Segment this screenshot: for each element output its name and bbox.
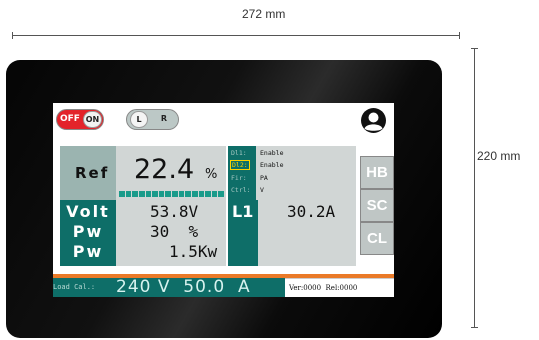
l1-value: 30.2A (287, 202, 336, 221)
sc-button[interactable]: SC (360, 189, 394, 222)
ref-label: Ref (75, 164, 110, 182)
power-percent-label: Pw (72, 222, 104, 241)
dimension-tick (471, 48, 478, 49)
readings-label-panel: Volt Pw Pw (60, 200, 116, 266)
status-key: Dl1: (231, 149, 247, 157)
version-panel: Ver:0000 Rel:0000 (285, 278, 394, 297)
status-key: Fir: (231, 174, 247, 182)
l1-label-panel: L1 (228, 200, 258, 266)
ref-unit: % (205, 167, 218, 182)
power-off-label: OFF (60, 114, 80, 124)
status-key: Dl2: (230, 160, 250, 170)
readings-value-panel: 53.8V 30 % 1.5Kw (116, 200, 226, 266)
hb-button[interactable]: HB (360, 156, 394, 189)
dimension-tick (471, 327, 478, 328)
power-kw-label: Pw (72, 242, 104, 261)
ref-label-panel: Ref (60, 146, 116, 200)
width-dimension-line (12, 32, 460, 39)
ref-level-bar (119, 191, 224, 197)
volt-value: 53.8V (150, 202, 199, 221)
local-knob: L (130, 111, 148, 128)
hmi-screen: OFF ON L R Ref 22.4 % Dl1: Enable Dl2: E… (53, 103, 394, 297)
status-value: V (260, 186, 264, 194)
status-row: Ctrl: V (228, 185, 356, 195)
height-dimension-label: 220 mm (477, 149, 521, 163)
load-cal-value: 240 V 50.0 A (116, 277, 251, 297)
load-cal-bar: Load Cal.: 240 V 50.0 A (53, 277, 285, 297)
l1-value-panel: 30.2A (258, 200, 356, 266)
user-avatar-icon[interactable] (360, 107, 387, 134)
l1-label: L1 (232, 202, 254, 221)
dimension-tick (12, 32, 13, 39)
load-cal-label: Load Cal.: (53, 283, 96, 291)
cl-button[interactable]: CL (360, 222, 394, 255)
power-on-knob: ON (83, 111, 102, 128)
dimension-tick (459, 32, 460, 39)
status-row: Fir: PA (228, 173, 356, 183)
status-row: Dl1: Enable (228, 148, 356, 158)
power-kw-value: 1.5Kw (169, 242, 218, 261)
status-panel: Dl1: Enable Dl2: Enable Fir: PA Ctrl: V (228, 146, 356, 200)
local-remote-toggle[interactable]: L R (126, 109, 179, 130)
status-row: Dl2: Enable (228, 160, 356, 170)
height-dimension-line (471, 48, 478, 328)
status-key: Ctrl: (231, 186, 251, 194)
width-dimension-label: 272 mm (242, 7, 286, 21)
power-percent-value: 30 % (150, 222, 199, 241)
ref-value: 22.4 (134, 154, 195, 185)
status-value: PA (260, 174, 268, 182)
status-value: Enable (260, 149, 284, 157)
remote-label: R (160, 114, 168, 123)
status-value: Enable (260, 161, 284, 169)
ref-value-panel: 22.4 % (116, 146, 226, 200)
version-text: Ver:0000 Rel:0000 (289, 284, 358, 292)
power-toggle[interactable]: OFF ON (56, 109, 104, 130)
volt-label: Volt (66, 202, 110, 221)
